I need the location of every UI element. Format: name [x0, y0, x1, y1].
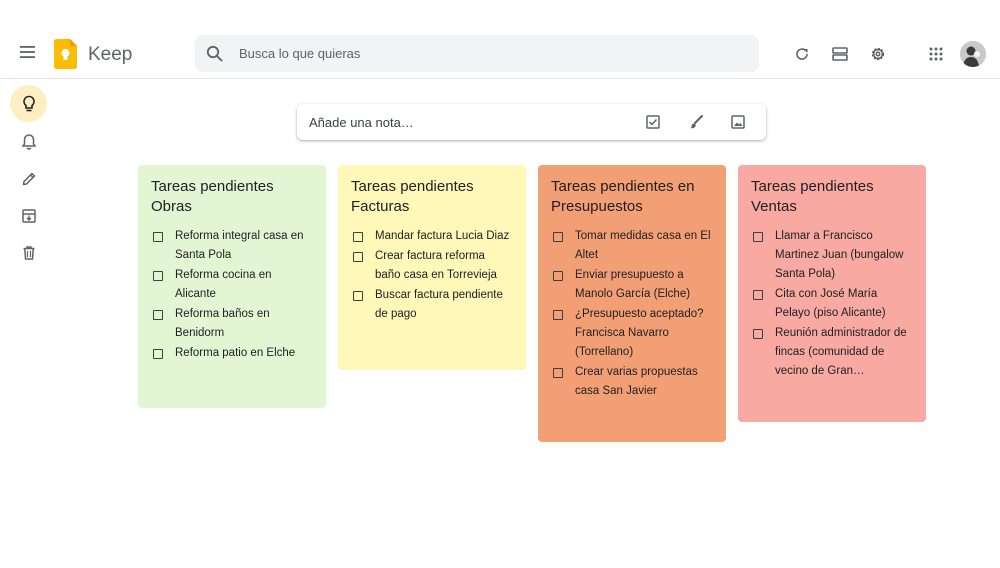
note-title[interactable]: Tareas pendientes en Presupuestos [551, 177, 713, 217]
checkbox[interactable] [753, 290, 763, 300]
checklist-item[interactable]: Crear factura reforma baño casa en Torre… [351, 247, 513, 285]
checklist-item-text[interactable]: Crear factura reforma baño casa en Torre… [375, 247, 513, 285]
archive-icon [21, 208, 36, 223]
checklist-item-text[interactable]: Reforma patio en Elche [175, 344, 313, 363]
keep-logo-icon[interactable] [54, 39, 77, 69]
checklist-item-text[interactable]: Cita con José María Pelayo (piso Alicant… [775, 285, 913, 323]
checkbox[interactable] [153, 232, 163, 242]
checkbox[interactable] [553, 271, 563, 281]
search-icon[interactable] [205, 44, 225, 64]
apps-button[interactable] [924, 42, 948, 66]
checklist-item-text[interactable]: Enviar presupuesto a Manolo García (Elch… [575, 266, 713, 304]
checklist-item[interactable]: Cita con José María Pelayo (piso Alicant… [751, 285, 913, 323]
app-title[interactable]: Keep [88, 44, 132, 66]
checkbox[interactable] [353, 252, 363, 262]
pencil-icon [22, 172, 35, 185]
avatar[interactable] [960, 41, 986, 67]
checkbox[interactable] [753, 329, 763, 339]
sidebar-item-trash[interactable] [10, 234, 47, 271]
refresh-button[interactable] [790, 42, 814, 66]
new-drawing-button[interactable] [686, 112, 706, 132]
checklist-item-text[interactable]: Llamar a Francisco Martinez Juan (bungal… [775, 227, 913, 284]
refresh-icon [796, 48, 808, 60]
image-icon [731, 115, 745, 129]
lightbulb-icon [22, 95, 35, 111]
menu-icon [20, 46, 35, 58]
checklist-item[interactable]: Crear varias propuestas casa San Javier [551, 363, 713, 401]
checkbox[interactable] [153, 310, 163, 320]
note-card[interactable]: Tareas pendientes Ventas Llamar a Franci… [738, 165, 926, 422]
checklist-item[interactable]: Enviar presupuesto a Manolo García (Elch… [551, 266, 713, 304]
checklist-item[interactable]: Reforma baños en Benidorm [151, 305, 313, 343]
checklist-item-text[interactable]: Crear varias propuestas casa San Javier [575, 363, 713, 401]
checklist-item[interactable]: Llamar a Francisco Martinez Juan (bungal… [751, 227, 913, 284]
apps-icon [929, 47, 943, 61]
note-checklist: Mandar factura Lucia Diaz Crear factura r… [351, 227, 513, 324]
checklist-item[interactable]: Reforma cocina en Alicante [151, 266, 313, 304]
note-checklist: Llamar a Francisco Martinez Juan (bungal… [751, 227, 913, 381]
checklist-item[interactable]: Tomar medidas casa en El Altet [551, 227, 713, 265]
checkbox[interactable] [553, 310, 563, 320]
note-card[interactable]: Tareas pendientes en Presupuestos Tomar … [538, 165, 726, 442]
checklist-item-text[interactable]: Tomar medidas casa en El Altet [575, 227, 713, 265]
list-view-button[interactable] [828, 42, 852, 66]
brush-icon [690, 115, 703, 129]
trash-icon [23, 245, 34, 260]
checklist-item[interactable]: ¿Presupuesto aceptado? Francisca Navarro… [551, 305, 713, 362]
checkbox[interactable] [353, 291, 363, 301]
checklist-item-text[interactable]: Reforma baños en Benidorm [175, 305, 313, 343]
checkbox[interactable] [553, 232, 563, 242]
take-note-bar[interactable]: Añade una nota… [297, 104, 766, 140]
note-title[interactable]: Tareas pendientes Obras [151, 177, 313, 217]
user-avatar-icon [960, 41, 986, 67]
checkbox[interactable] [153, 349, 163, 359]
settings-icon [871, 47, 885, 61]
new-list-button[interactable] [643, 112, 663, 132]
note-card[interactable]: Tareas pendientes Facturas Mandar factur… [338, 165, 526, 370]
checklist-item[interactable]: Reforma patio en Elche [151, 344, 313, 363]
search-input[interactable] [239, 43, 739, 64]
checklist-item[interactable]: Mandar factura Lucia Diaz [351, 227, 513, 246]
sidebar-item-edit-labels[interactable] [10, 160, 47, 197]
take-note-placeholder[interactable]: Añade una nota… [309, 115, 414, 130]
list-view-icon [832, 47, 848, 61]
note-title[interactable]: Tareas pendientes Ventas [751, 177, 913, 217]
sidebar-item-archive[interactable] [10, 197, 47, 234]
note-title[interactable]: Tareas pendientes Facturas [351, 177, 513, 217]
top-bar: Keep [0, 0, 1000, 79]
checkbox-icon [646, 115, 660, 129]
new-image-button[interactable] [728, 112, 748, 132]
checklist-item-text[interactable]: Buscar factura pendiente de pago [375, 286, 513, 324]
main-menu-button[interactable] [14, 38, 42, 66]
sidebar-item-notes[interactable] [10, 85, 47, 122]
sidebar-item-reminders[interactable] [10, 123, 47, 160]
bell-icon [21, 133, 36, 150]
note-card[interactable]: Tareas pendientes Obras Reforma integral… [138, 165, 326, 408]
note-checklist: Reforma integral casa en Santa Pola Refor… [151, 227, 313, 363]
checklist-item[interactable]: Reforma integral casa en Santa Pola [151, 227, 313, 265]
note-checklist: Tomar medidas casa en El Altet Enviar pre… [551, 227, 713, 401]
checklist-item[interactable]: Buscar factura pendiente de pago [351, 286, 513, 324]
search-bar[interactable] [195, 35, 759, 72]
checklist-item[interactable]: Reunión administrador de fincas (comunid… [751, 324, 913, 381]
checkbox[interactable] [153, 271, 163, 281]
checkbox[interactable] [353, 232, 363, 242]
checkbox[interactable] [753, 232, 763, 242]
checklist-item-text[interactable]: Reforma integral casa en Santa Pola [175, 227, 313, 265]
checklist-item-text[interactable]: ¿Presupuesto aceptado? Francisca Navarro… [575, 305, 713, 362]
settings-button[interactable] [866, 42, 890, 66]
checklist-item-text[interactable]: Mandar factura Lucia Diaz [375, 227, 513, 246]
checklist-item-text[interactable]: Reforma cocina en Alicante [175, 266, 313, 304]
checkbox[interactable] [553, 368, 563, 378]
checklist-item-text[interactable]: Reunión administrador de fincas (comunid… [775, 324, 913, 381]
